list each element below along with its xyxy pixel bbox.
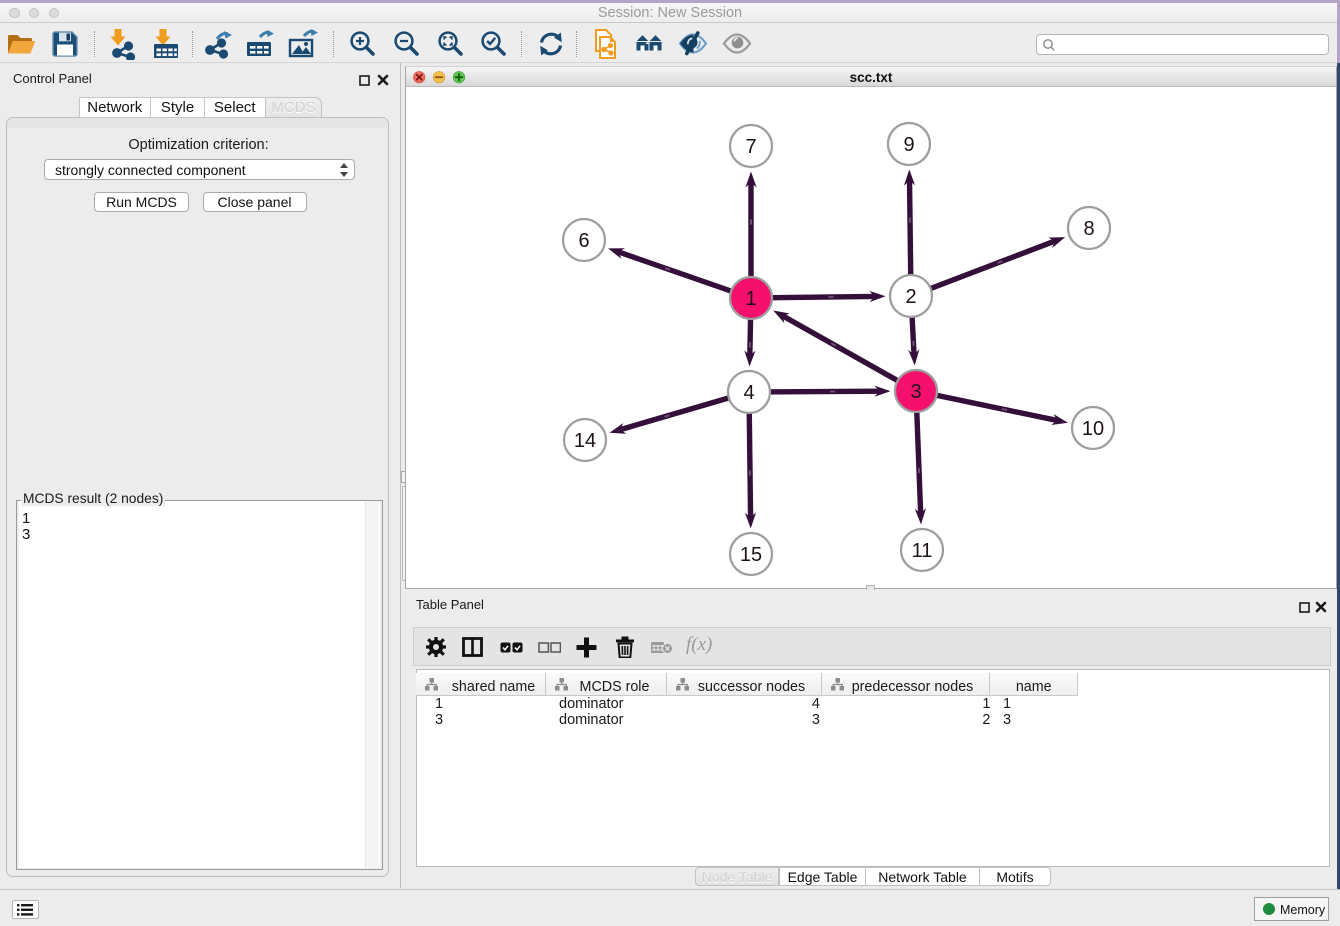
svg-text:14: 14	[574, 430, 596, 452]
svg-text:7: 7	[745, 136, 756, 158]
svg-text:6: 6	[578, 230, 589, 252]
svg-text:11: 11	[912, 540, 933, 562]
svg-text:2: 2	[905, 286, 916, 308]
svg-text:15: 15	[740, 544, 762, 566]
svg-text:4: 4	[743, 382, 754, 404]
svg-text:1: 1	[745, 288, 756, 310]
svg-text:8: 8	[1083, 218, 1094, 240]
svg-text:9: 9	[903, 134, 914, 156]
svg-text:10: 10	[1082, 418, 1104, 440]
svg-text:3: 3	[910, 381, 921, 403]
